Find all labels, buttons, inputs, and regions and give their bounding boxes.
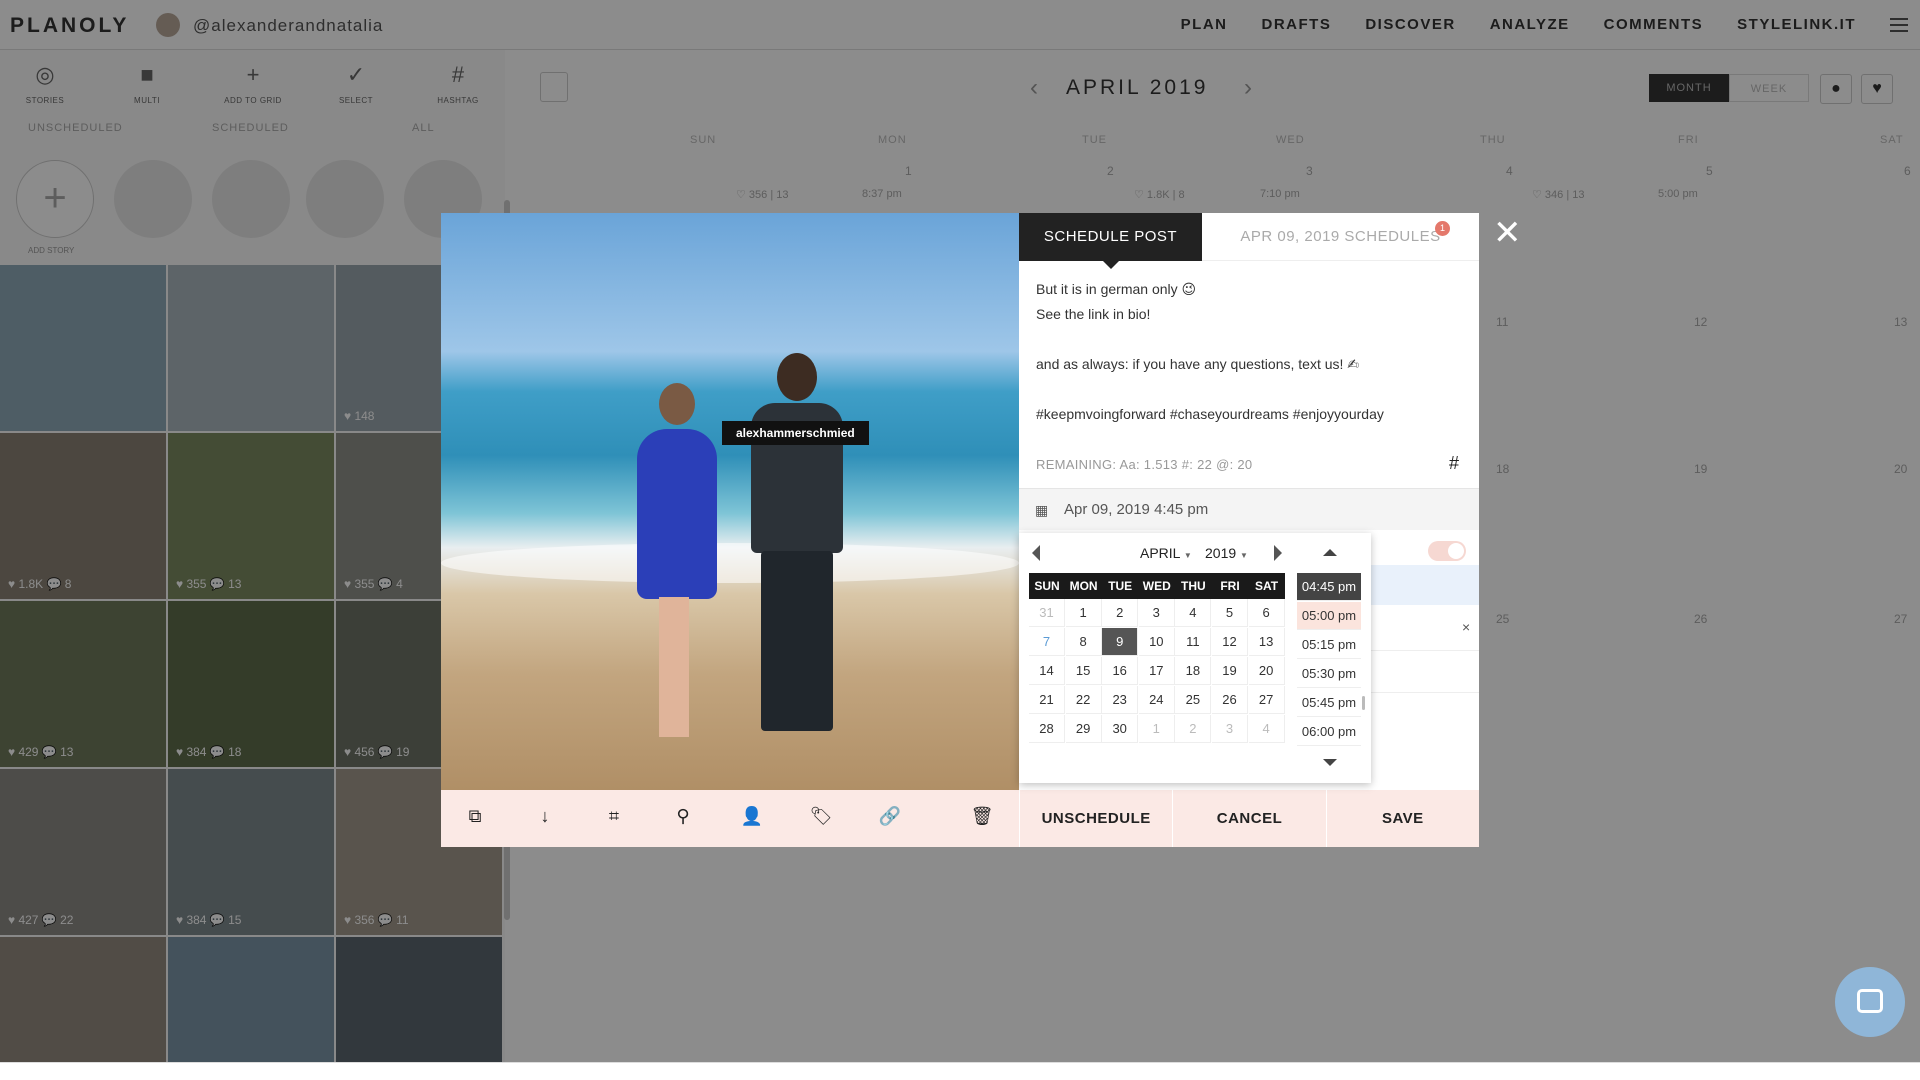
- picker-date-cell[interactable]: 30: [1102, 715, 1139, 743]
- time-option[interactable]: 05:15 pm: [1297, 631, 1361, 659]
- picker-date-cell[interactable]: 31: [1029, 599, 1065, 627]
- photo-tools-bar: ⧉ ↓ ⌗ ⚲ 👤 🏷 🔗 🗑: [441, 790, 1019, 847]
- crop-icon[interactable]: ⌗: [600, 806, 628, 834]
- picker-weekday: FRI: [1220, 579, 1240, 593]
- picker-weekday: MON: [1069, 579, 1098, 593]
- user-tag-icon[interactable]: 👤: [738, 806, 766, 834]
- modal-actions: UNSCHEDULE CANCEL SAVE: [1019, 790, 1479, 847]
- caret-down-icon: ▼: [1183, 551, 1192, 560]
- picker-date-cell[interactable]: 20: [1248, 657, 1285, 685]
- picker-date-cell[interactable]: 27: [1248, 686, 1285, 714]
- picker-weekdays: SUN MON TUE WED THU FRI SAT: [1029, 573, 1285, 599]
- time-option[interactable]: 05:45 pm: [1297, 689, 1361, 717]
- picker-year-select[interactable]: 2019 ▼: [1205, 545, 1248, 561]
- auto-post-toggle[interactable]: [1428, 541, 1466, 561]
- time-option[interactable]: 05:00 pm: [1297, 602, 1361, 630]
- price-tag-icon[interactable]: 🏷: [807, 806, 835, 834]
- picker-date-cell[interactable]: 15: [1065, 657, 1102, 685]
- picker-date-cell[interactable]: 9: [1102, 628, 1139, 656]
- picker-weekday: SAT: [1255, 579, 1279, 593]
- date-time-picker: APRIL ▼ 2019 ▼ SUN MON TUE WED THU FRI SAT 31 1…: [1019, 533, 1371, 783]
- caption-text[interactable]: But it is in german only 😉 See the link …: [1036, 277, 1456, 427]
- tab-day-schedules[interactable]: APR 09, 2019 SCHEDULES: [1202, 213, 1479, 261]
- schedule-date-field[interactable]: ▦ Apr 09, 2019 4:45 pm: [1019, 488, 1479, 530]
- picker-date-cell[interactable]: 3: [1138, 599, 1175, 627]
- picker-date-cell[interactable]: 13: [1248, 628, 1285, 656]
- schedule-date-value: Apr 09, 2019 4:45 pm: [1064, 501, 1209, 518]
- remaining-counter: REMAINING: Aa: 1.513 #: 22 @: 20: [1036, 457, 1253, 472]
- picker-date-cell[interactable]: 26: [1212, 686, 1248, 714]
- picker-date-cell[interactable]: 5: [1212, 599, 1248, 627]
- picker-date-cell[interactable]: 4: [1175, 599, 1212, 627]
- picker-date-cell[interactable]: 17: [1138, 657, 1175, 685]
- picker-date-cell[interactable]: 22: [1065, 686, 1102, 714]
- picker-date-cell[interactable]: 29: [1065, 715, 1102, 743]
- download-icon[interactable]: ↓: [531, 806, 559, 834]
- save-button[interactable]: SAVE: [1325, 790, 1479, 847]
- picker-date-cell[interactable]: 21: [1029, 686, 1065, 714]
- picker-weekday: SUN: [1034, 579, 1060, 593]
- bottom-strip: [0, 1062, 1920, 1080]
- picker-date-cell[interactable]: 2: [1175, 715, 1212, 743]
- photo-wave: [441, 543, 1019, 583]
- caption-line: [1036, 377, 1456, 402]
- time-option[interactable]: 05:30 pm: [1297, 660, 1361, 688]
- picker-date-cell[interactable]: 18: [1175, 657, 1212, 685]
- picker-date-cell[interactable]: 10: [1138, 628, 1175, 656]
- picker-date-cell[interactable]: 1: [1138, 715, 1175, 743]
- picker-date-cell[interactable]: 2: [1102, 599, 1139, 627]
- unschedule-button[interactable]: UNSCHEDULE: [1019, 790, 1172, 847]
- time-option[interactable]: 04:45 pm: [1297, 573, 1361, 601]
- cancel-button[interactable]: CANCEL: [1172, 790, 1325, 847]
- caption-line: But it is in german only 😉: [1036, 281, 1197, 297]
- caption-line: [1036, 327, 1456, 352]
- hashtag-button[interactable]: #: [1449, 453, 1459, 474]
- picker-date-cell[interactable]: 3: [1212, 715, 1248, 743]
- link-icon[interactable]: 🔗: [876, 806, 904, 834]
- close-icon[interactable]: ✕: [1493, 216, 1522, 250]
- picker-header: APRIL ▼ 2019 ▼: [1019, 541, 1283, 565]
- picker-next-icon[interactable]: [1274, 545, 1282, 561]
- time-scrollbar[interactable]: [1362, 696, 1365, 710]
- picker-prev-icon[interactable]: [1032, 545, 1040, 561]
- photo-person: [631, 383, 721, 743]
- picker-date-cell[interactable]: 23: [1102, 686, 1139, 714]
- picker-date-cell[interactable]: 4: [1248, 715, 1285, 743]
- time-option[interactable]: 06:00 pm: [1297, 718, 1361, 746]
- tab-schedule-post[interactable]: SCHEDULE POST: [1019, 213, 1202, 269]
- picker-date-cell[interactable]: 11: [1175, 628, 1212, 656]
- schedules-count-badge: 1: [1435, 221, 1450, 236]
- caret-down-icon: ▼: [1240, 551, 1248, 560]
- picker-date-cell[interactable]: 25: [1175, 686, 1212, 714]
- picker-date-cell[interactable]: 19: [1212, 657, 1248, 685]
- caption-line: See the link in bio!: [1036, 306, 1151, 322]
- picker-date-cell[interactable]: 24: [1138, 686, 1175, 714]
- caption-line: #keepmvoingforward #chaseyourdreams #enj…: [1036, 406, 1384, 422]
- picker-date-cell[interactable]: 14: [1029, 657, 1065, 685]
- picker-month-select[interactable]: APRIL ▼: [1140, 545, 1192, 561]
- post-photo[interactable]: alexhammerschmied: [441, 213, 1019, 790]
- trash-icon[interactable]: 🗑: [968, 806, 996, 834]
- picker-date-cell[interactable]: 28: [1029, 715, 1065, 743]
- picker-date-cell[interactable]: 8: [1065, 628, 1102, 656]
- picker-weekday: TUE: [1108, 579, 1133, 593]
- picker-date-cell[interactable]: 6: [1248, 599, 1285, 627]
- picker-weekday: THU: [1181, 579, 1206, 593]
- chat-icon: [1857, 989, 1883, 1013]
- picker-date-cell[interactable]: 12: [1212, 628, 1248, 656]
- photo-person: [741, 353, 851, 753]
- picker-weekday: WED: [1142, 579, 1171, 593]
- picker-date-cell[interactable]: 16: [1102, 657, 1139, 685]
- time-up-icon[interactable]: [1323, 549, 1337, 556]
- caption-line: and as always: if you have any questions…: [1036, 356, 1360, 372]
- user-tag-label[interactable]: alexhammerschmied: [722, 421, 869, 445]
- time-down-icon[interactable]: [1323, 759, 1337, 766]
- location-pin-icon[interactable]: ⚲: [669, 806, 697, 834]
- swap-icon[interactable]: ⧉: [461, 806, 489, 834]
- picker-date-cell[interactable]: 1: [1065, 599, 1102, 627]
- calendar-icon: ▦: [1035, 502, 1049, 518]
- remove-icon[interactable]: ×: [1462, 619, 1470, 635]
- support-chat-button[interactable]: [1835, 967, 1905, 1037]
- picker-date-cell[interactable]: 7: [1029, 628, 1065, 656]
